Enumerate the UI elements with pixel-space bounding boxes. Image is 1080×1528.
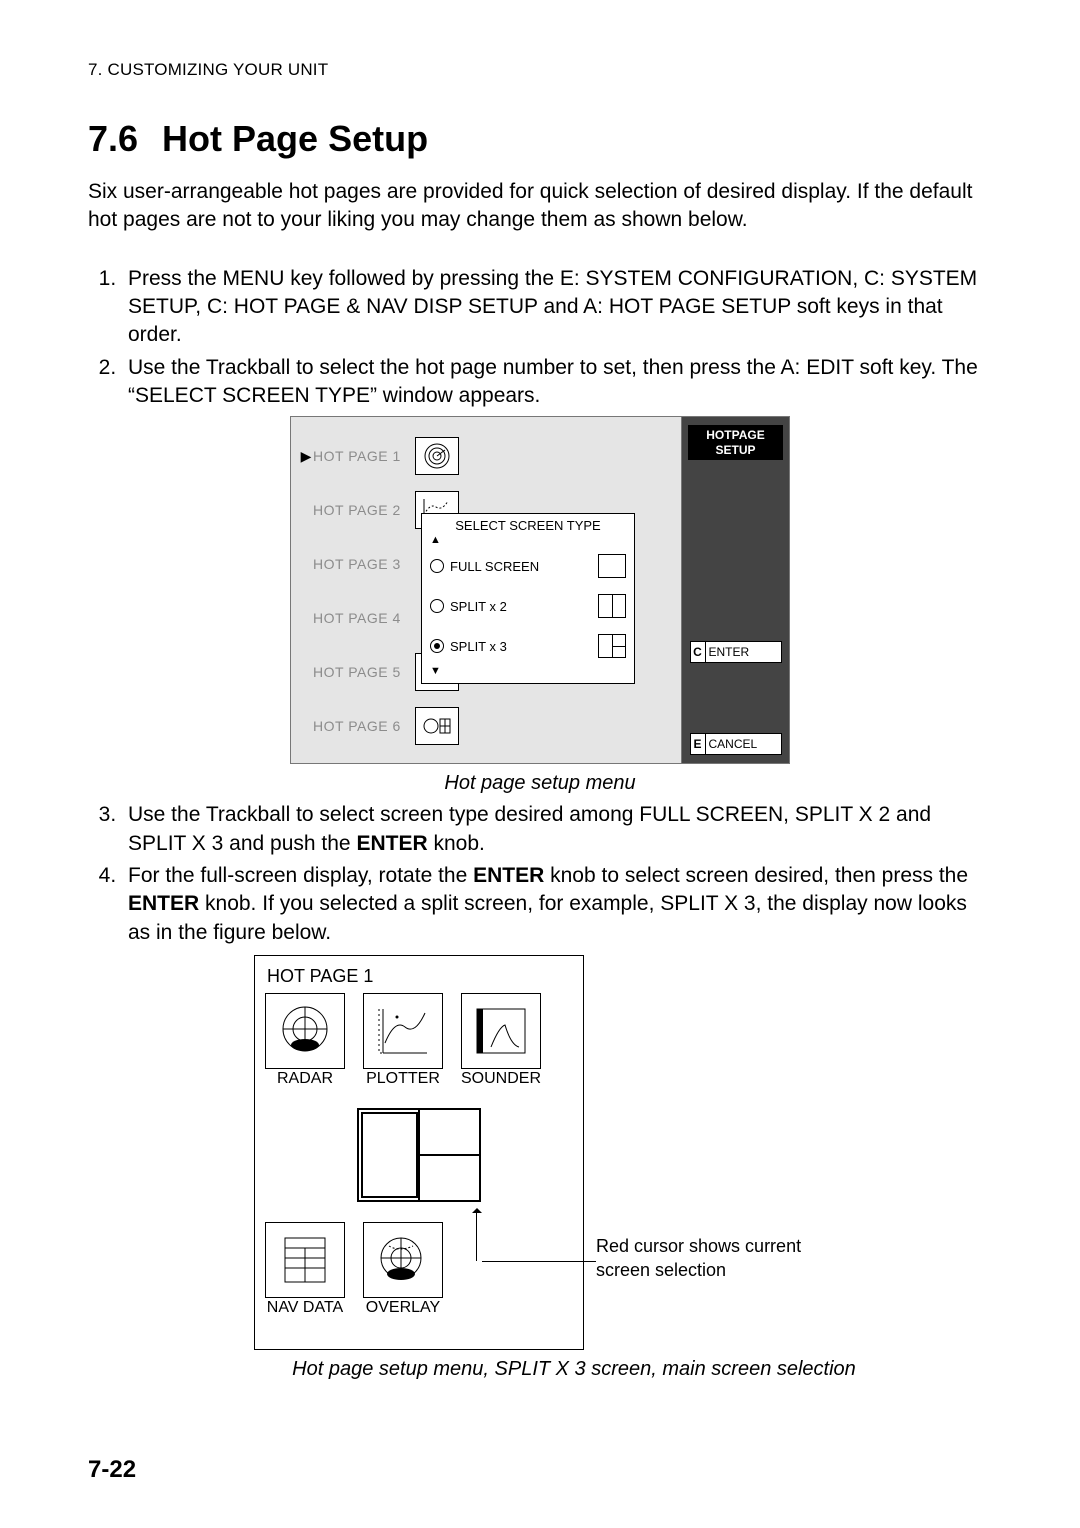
thumb-combo-icon <box>415 707 459 745</box>
select-screen-type-popup: SELECT SCREEN TYPE ▲ FULL SCREEN SPLIT x… <box>421 513 635 684</box>
step-4: For the full-screen display, rotate the … <box>122 862 992 947</box>
cell-plotter: PLOTTER <box>363 993 443 1088</box>
radar-icon <box>265 993 345 1069</box>
step-1: Press the MENU key followed by pressing … <box>122 265 992 350</box>
popup-title: SELECT SCREEN TYPE <box>430 518 626 533</box>
section-heading: 7.6 Hot Page Setup <box>88 118 992 160</box>
softkey-panel: HOTPAGESETUP CENTER ECANCEL <box>681 417 789 763</box>
thumb-radar-icon <box>415 437 459 475</box>
softkey-title: HOTPAGESETUP <box>688 425 783 460</box>
figure-caption: Hot page setup menu <box>290 772 790 795</box>
split3-layout <box>357 1108 481 1202</box>
step-3: Use the Trackball to select screen type … <box>122 801 992 858</box>
radio-icon <box>430 599 444 613</box>
radio-icon <box>430 559 444 573</box>
option-full-screen: FULL SCREEN <box>430 546 626 586</box>
hot-page-label: HOT PAGE 5 <box>313 664 411 680</box>
radio-selected-icon <box>430 639 444 653</box>
hot-page-label: HOT PAGE 1 <box>313 448 411 464</box>
step-list: Press the MENU key followed by pressing … <box>88 265 992 411</box>
layout-icon <box>598 594 626 618</box>
hot-page-label: HOT PAGE 6 <box>313 718 411 734</box>
layout-main-pane <box>359 1110 420 1200</box>
intro-paragraph: Six user-arrangeable hot pages are provi… <box>88 178 992 235</box>
plotter-icon <box>363 993 443 1069</box>
step-2: Use the Trackball to select the hot page… <box>122 354 992 411</box>
page-number: 7-22 <box>88 1456 136 1484</box>
step-list-cont: Use the Trackball to select screen type … <box>88 801 992 947</box>
cell-navdata: NAV DATA <box>265 1222 345 1317</box>
hot-page-label: HOT PAGE 3 <box>313 556 411 572</box>
figure-caption: Hot page setup menu, SPLIT X 3 screen, m… <box>254 1358 894 1381</box>
figure-split3: HOT PAGE 1 RADAR PLOTTER <box>254 955 584 1381</box>
hot-page-label: HOT PAGE 2 <box>313 502 411 518</box>
softkey-enter: CENTER <box>690 641 782 663</box>
cell-overlay: OVERLAY <box>363 1222 443 1317</box>
scroll-up-icon: ▲ <box>430 535 626 546</box>
fig2-title: HOT PAGE 1 <box>267 966 573 987</box>
annotation-text: Red cursor shows current screen selectio… <box>596 1235 856 1282</box>
section-number: 7.6 <box>88 118 138 159</box>
running-header: 7. CUSTOMIZING YOUR UNIT <box>88 60 992 80</box>
navdata-icon <box>265 1222 345 1298</box>
layout-icon <box>598 634 626 658</box>
figure-hotpage-menu: ▶ HOT PAGE 1 HOT PAGE 2 HOT PAGE 3 <box>290 416 790 795</box>
overlay-icon <box>363 1222 443 1298</box>
annotation-leader <box>482 1261 596 1262</box>
option-label: FULL SCREEN <box>450 559 539 574</box>
section-title: Hot Page Setup <box>162 118 428 159</box>
softkey-cancel: ECANCEL <box>690 733 782 755</box>
option-label: SPLIT x 2 <box>450 599 507 614</box>
cursor-icon: ▶ <box>299 448 313 465</box>
menu-panel: ▶ HOT PAGE 1 HOT PAGE 2 HOT PAGE 3 <box>291 417 681 763</box>
layout-icon <box>598 554 626 578</box>
cell-sounder: SOUNDER <box>461 993 541 1088</box>
option-label: SPLIT x 3 <box>450 639 507 654</box>
option-split-3: SPLIT x 3 <box>430 626 626 666</box>
cell-radar: RADAR <box>265 993 345 1088</box>
hot-page-label: HOT PAGE 4 <box>313 610 411 626</box>
scroll-down-icon: ▼ <box>430 666 626 677</box>
manual-page: 7. CUSTOMIZING YOUR UNIT 7.6 Hot Page Set… <box>0 0 1080 1528</box>
sounder-icon <box>461 993 541 1069</box>
option-split-2: SPLIT x 2 <box>430 586 626 626</box>
